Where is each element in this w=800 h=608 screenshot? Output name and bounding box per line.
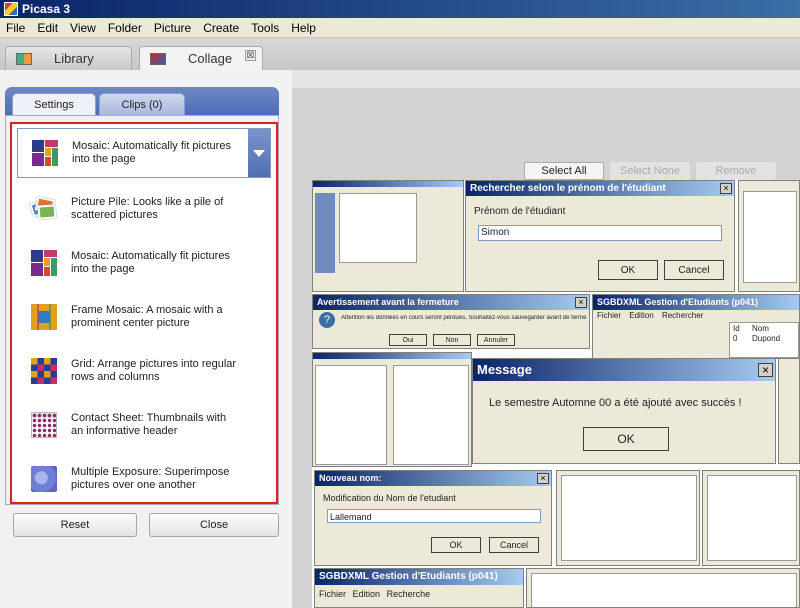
main-tab-bar: Library Collage ⊠	[0, 38, 800, 70]
option-grid[interactable]: Grid: Arrange pictures into regular rows…	[17, 346, 271, 396]
select-all-button[interactable]: Select All	[524, 162, 604, 180]
reset-button[interactable]: Reset	[13, 513, 137, 537]
mosaic-icon	[32, 140, 58, 166]
menu-view[interactable]: View	[64, 21, 102, 35]
tab-clips[interactable]: Clips (0)	[99, 93, 185, 115]
option-frame-mosaic[interactable]: Frame Mosaic: A mosaic with a prominent …	[17, 292, 271, 342]
menu-picture[interactable]: Picture	[148, 21, 197, 35]
option-multiple-exposure[interactable]: Multiple Exposure: Superimpose pictures …	[17, 454, 271, 504]
search-dialog-title: Rechercher selon le prénom de l'étudiant	[466, 181, 734, 196]
frame-mosaic-icon	[31, 304, 57, 330]
contact-sheet-icon	[31, 412, 57, 438]
window-titlebar: Picasa 3	[0, 0, 800, 18]
search-dialog-label: Prénom de l'étudiant	[474, 206, 566, 217]
search-dialog-field: Simon	[478, 225, 722, 241]
warning-dialog-cancel: Annuler	[477, 334, 515, 346]
collage-photo-thumb-1	[738, 180, 800, 292]
message-dialog-ok: OK	[583, 427, 669, 451]
remove-button[interactable]: Remove	[696, 162, 776, 180]
tab-settings[interactable]: Settings	[12, 93, 96, 115]
gestion-window-title: SGBDXML Gestion d'Etudiants (p041)	[593, 295, 799, 310]
search-dialog-ok: OK	[598, 260, 658, 280]
tab-clips-label: Clips (0)	[121, 98, 163, 111]
picasa-app-icon	[4, 2, 18, 16]
window-title: Picasa 3	[22, 2, 71, 16]
chevron-down-icon[interactable]	[248, 129, 270, 177]
warning-dialog-no: Non	[433, 334, 471, 346]
message-dialog-text: Le semestre Automne 00 a été ajouté avec…	[489, 397, 742, 409]
tab-library[interactable]: Library	[5, 46, 132, 70]
panel-tab-strip: Settings Clips (0)	[5, 87, 279, 115]
rename-dialog-cancel: Cancel	[489, 537, 539, 553]
collage-photo-tree-window	[312, 352, 472, 467]
tab-library-label: Library	[54, 51, 94, 66]
menu-bar: File Edit View Folder Picture Create Too…	[0, 18, 800, 38]
selected-collage-type: Mosaic: Automatically fit pictures into …	[72, 140, 231, 165]
warning-dialog-text: Attention les données en cours seront pe…	[341, 315, 587, 321]
close-tab-icon[interactable]: ⊠	[245, 50, 256, 61]
option-picture-pile[interactable]: Picture Pile: Looks like a pile of scatt…	[17, 184, 271, 234]
close-button[interactable]: Close	[149, 513, 279, 537]
option-label: Multiple Exposure: Superimpose pictures …	[71, 466, 230, 491]
collage-photo-search-dialog: Rechercher selon le prénom de l'étudiant…	[465, 180, 735, 292]
collage-photo-file-dialog	[312, 180, 464, 292]
collage-photo-warning-dialog: Avertissement avant la fermeture × ? Att…	[312, 294, 590, 349]
menu-create[interactable]: Create	[197, 21, 245, 35]
tab-collage[interactable]: Collage ⊠	[139, 46, 263, 70]
menu-help[interactable]: Help	[285, 21, 322, 35]
menu-tools[interactable]: Tools	[245, 21, 285, 35]
collage-photo-gestion-window: SGBDXML Gestion d'Etudiants (p041) Fichi…	[592, 294, 800, 359]
gestion-table: Id Nom 0 Dupond	[729, 322, 799, 358]
select-none-button[interactable]: Select None	[610, 162, 690, 180]
settings-panel: Settings Clips (0) Mosaic: Automatically…	[0, 70, 292, 608]
rename-dialog-ok: OK	[431, 537, 481, 553]
option-contact-sheet[interactable]: Contact Sheet: Thumbnails with an inform…	[17, 400, 271, 450]
collage-type-dropdown: Mosaic: Automatically fit pictures into …	[10, 122, 278, 504]
tab-collage-label: Collage	[188, 51, 233, 66]
search-dialog-cancel: Cancel	[664, 260, 724, 280]
rename-dialog-label: Modification du Nom de l'etudiant	[323, 493, 456, 503]
collage-photo-thumb-5	[526, 568, 800, 608]
collage-workspace: Settings Clips (0) Mosaic: Automatically…	[0, 70, 800, 608]
library-icon	[16, 52, 32, 65]
close-icon: ×	[758, 363, 773, 377]
close-icon: ×	[575, 297, 587, 308]
menu-file[interactable]: File	[0, 21, 31, 35]
collage-photo-message-dialog: Message × Le semestre Automne 00 a été a…	[472, 358, 776, 464]
option-label: Grid: Arrange pictures into regular rows…	[71, 358, 237, 383]
option-label: Contact Sheet: Thumbnails with an inform…	[71, 412, 227, 437]
message-dialog-title: Message	[473, 359, 775, 381]
bottom-window-title: SGBDXML Gestion d'Etudiants (p041)	[315, 569, 523, 585]
rename-dialog-field: Lallemand	[327, 509, 541, 523]
collage-canvas: Rechercher selon le prénom de l'étudiant…	[312, 180, 800, 608]
close-icon: ×	[537, 473, 549, 484]
tab-settings-label: Settings	[34, 98, 74, 111]
option-mosaic[interactable]: Mosaic: Automatically fit pictures into …	[17, 238, 271, 288]
grid-icon	[31, 358, 57, 384]
warning-dialog-title: Avertissement avant la fermeture	[313, 295, 589, 310]
collage-type-select[interactable]: Mosaic: Automatically fit pictures into …	[17, 128, 271, 178]
option-label: Mosaic: Automatically fit pictures into …	[71, 250, 230, 275]
option-label: Picture Pile: Looks like a pile of scatt…	[71, 196, 224, 221]
menu-edit[interactable]: Edit	[31, 21, 64, 35]
collage-photo-thumb-2	[778, 358, 800, 464]
bottom-window-menu: Fichier Edition Recherche	[319, 589, 431, 599]
collage-photo-rename-dialog: Nouveau nom: × Modification du Nom de l'…	[314, 470, 552, 566]
warning-dialog-yes: Oui	[389, 334, 427, 346]
multiple-exposure-icon	[31, 466, 57, 492]
collage-preview-area: Select All Select None Remove Rechercher…	[292, 88, 800, 608]
option-label: Frame Mosaic: A mosaic with a prominent …	[71, 304, 223, 329]
mosaic-icon	[31, 250, 57, 276]
collage-photo-thumb-3	[556, 470, 700, 566]
menu-folder[interactable]: Folder	[102, 21, 148, 35]
collage-photo-bottom-window: SGBDXML Gestion d'Etudiants (p041) Fichi…	[314, 568, 524, 608]
gestion-window-menu: Fichier Edition Rechercher	[597, 311, 704, 320]
question-icon: ?	[319, 312, 335, 328]
rename-dialog-title: Nouveau nom:	[315, 471, 551, 486]
collage-photo-thumb-4	[702, 470, 800, 566]
picture-pile-icon	[29, 196, 57, 222]
close-icon: ×	[720, 183, 732, 194]
collage-icon	[150, 52, 166, 65]
